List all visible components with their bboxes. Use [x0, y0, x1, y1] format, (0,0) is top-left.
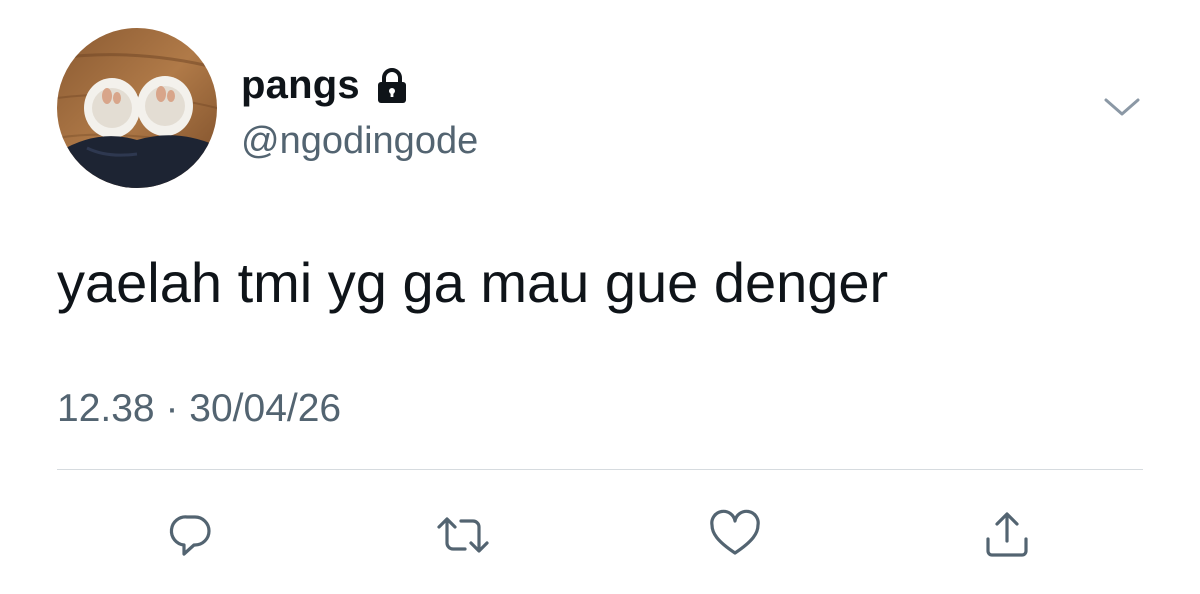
tweet-time: 12.38 — [57, 387, 155, 430]
tweet-text: yaelah tmi yg ga mau gue denger — [57, 251, 889, 314]
share-button[interactable] — [977, 505, 1037, 565]
tweet-date: 30/04/26 — [189, 387, 342, 430]
avatar[interactable] — [57, 28, 217, 188]
heart-icon — [710, 509, 760, 555]
tweet-timestamp[interactable]: 12.38 · 30/04/26 — [57, 385, 341, 433]
profile-photo — [57, 28, 217, 188]
timestamp-separator: · — [165, 387, 179, 430]
divider — [57, 469, 1143, 470]
author-handle[interactable]: @ngodingode — [241, 118, 478, 164]
retweet-button[interactable] — [433, 505, 493, 565]
tweet-menu-button[interactable] — [1100, 92, 1144, 122]
author-name-row: pangs — [241, 60, 416, 110]
reply-icon — [169, 515, 211, 556]
display-name[interactable]: pangs — [241, 60, 360, 110]
retweet-icon — [437, 517, 489, 553]
chevron-down-icon — [1104, 98, 1140, 116]
reply-button[interactable] — [161, 505, 221, 565]
share-icon — [986, 512, 1028, 557]
like-button[interactable] — [705, 505, 765, 565]
tweet-card: pangs @ngodingode yaelah tmi yg ga mau g… — [0, 0, 1200, 594]
lock-icon — [372, 63, 416, 107]
